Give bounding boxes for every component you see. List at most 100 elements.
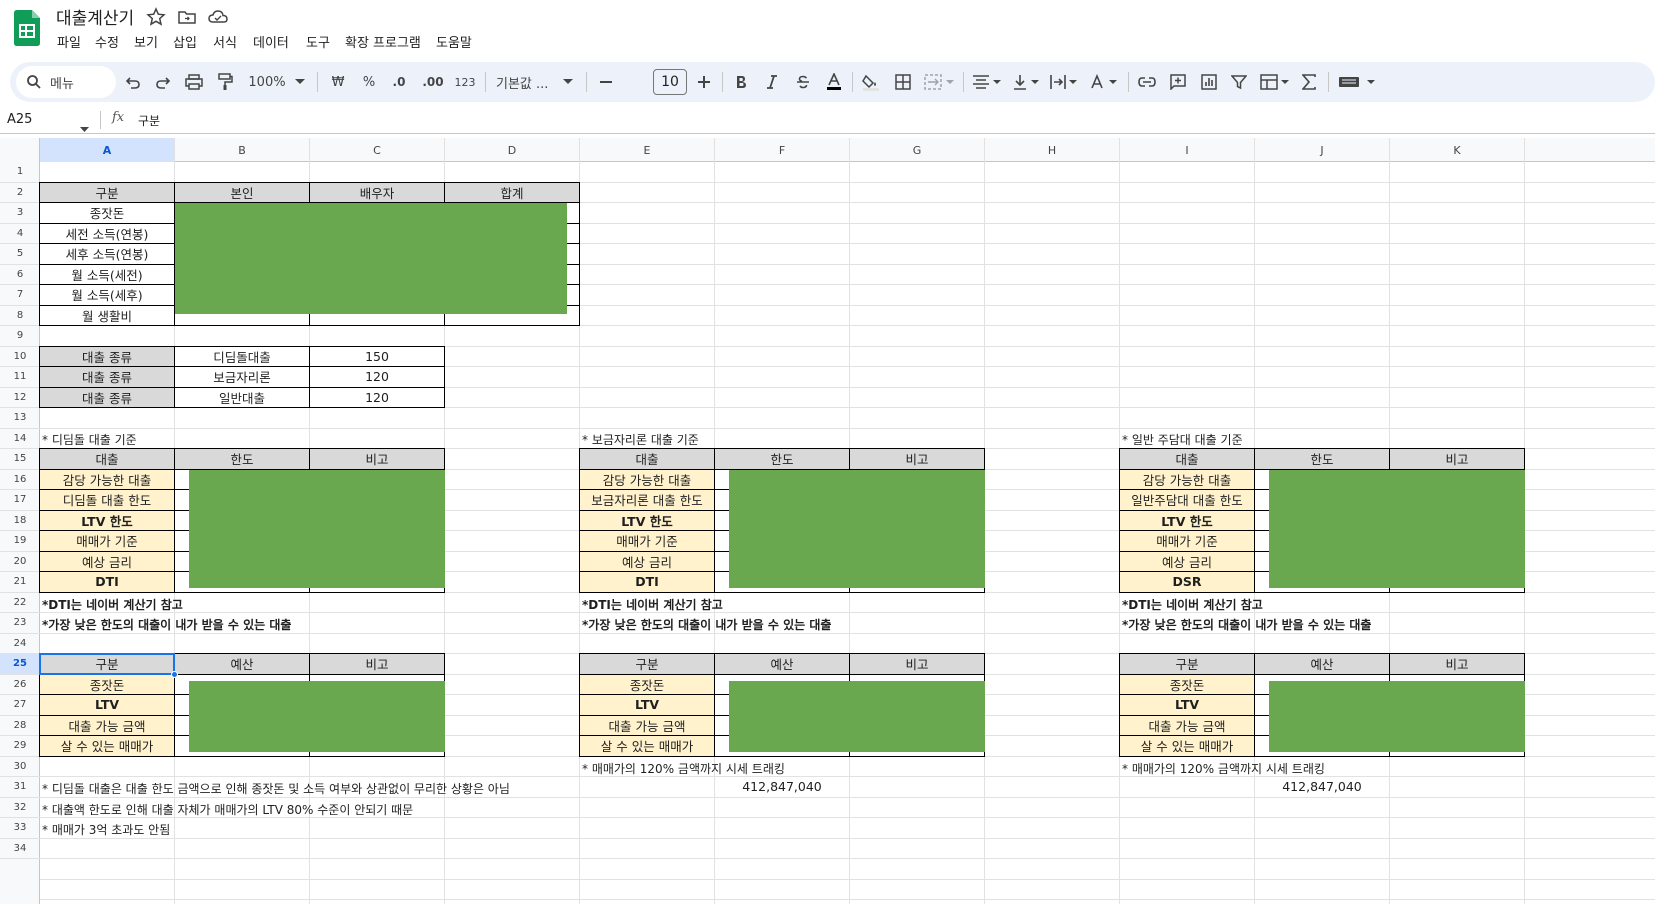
row-header-24[interactable]: 24: [0, 634, 40, 654]
cell-area[interactable]: 구분 본인 배우자 합계 종잣돈 세전 소득(연봉) 세후 소득(연봉) 월 소득(세전) 월 …: [39, 162, 1655, 904]
row-header-25[interactable]: 25: [0, 654, 40, 675]
bold-icon[interactable]: [730, 71, 752, 93]
font-size-input[interactable]: 10: [653, 69, 687, 95]
sheets-logo-icon[interactable]: [14, 10, 40, 46]
decrease-decimal-button[interactable]: .0: [386, 71, 412, 93]
menu-edit[interactable]: 수정: [95, 32, 119, 51]
row-header-31[interactable]: 31: [0, 777, 40, 798]
star-icon[interactable]: [146, 7, 166, 27]
print-icon[interactable]: [183, 71, 205, 93]
font-dropdown-icon[interactable]: [562, 71, 574, 93]
font-size-increase-icon[interactable]: [693, 71, 715, 93]
insert-chart-icon[interactable]: [1198, 71, 1220, 93]
row-header-7[interactable]: 7: [0, 285, 40, 306]
row-header-28[interactable]: 28: [0, 716, 40, 736]
font-size-decrease-icon[interactable]: [595, 71, 617, 93]
menu-search[interactable]: 메뉴: [16, 66, 116, 98]
menu-format[interactable]: 서식: [213, 32, 237, 51]
increase-decimal-button[interactable]: .00: [418, 71, 448, 93]
italic-icon[interactable]: [761, 71, 783, 93]
menu-file[interactable]: 파일: [57, 32, 81, 51]
strikethrough-icon[interactable]: [792, 71, 814, 93]
row-header-34[interactable]: 34: [0, 839, 40, 859]
column-header-h[interactable]: H: [985, 138, 1120, 162]
row-header-30[interactable]: 30: [0, 757, 40, 777]
menu-tools[interactable]: 도구: [306, 32, 330, 51]
row-header-17[interactable]: 17: [0, 490, 40, 511]
row-header-29[interactable]: 29: [0, 736, 40, 757]
text-wrap-icon[interactable]: [1048, 71, 1082, 93]
row-header-9[interactable]: 9: [0, 326, 40, 347]
column-header-c[interactable]: C: [310, 138, 445, 162]
filter-views-icon[interactable]: [1258, 71, 1292, 93]
column-header-k[interactable]: K: [1390, 138, 1525, 162]
row-header-4[interactable]: 4: [0, 224, 40, 244]
menu-help[interactable]: 도움말: [436, 32, 472, 51]
font-family-select[interactable]: 기본값 ...: [496, 71, 562, 93]
name-box[interactable]: A25: [7, 112, 32, 127]
select-all-corner[interactable]: [0, 138, 40, 162]
row-header-32[interactable]: 32: [0, 798, 40, 818]
row-header-26[interactable]: 26: [0, 675, 40, 695]
column-header-b[interactable]: B: [175, 138, 310, 162]
row-header-3[interactable]: 3: [0, 203, 40, 224]
row-header-22[interactable]: 22: [0, 593, 40, 613]
column-header-f[interactable]: F: [715, 138, 850, 162]
active-cell-outline[interactable]: [39, 653, 175, 675]
column-header-e[interactable]: E: [580, 138, 715, 162]
row-header-6[interactable]: 6: [0, 265, 40, 285]
row-header-15[interactable]: 15: [0, 449, 40, 470]
row-header-14[interactable]: 14: [0, 429, 40, 449]
menu-data[interactable]: 데이터: [253, 32, 289, 51]
row-header-21[interactable]: 21: [0, 572, 40, 593]
fill-handle[interactable]: [171, 670, 178, 678]
redo-icon[interactable]: [152, 71, 174, 93]
input-tools-icon[interactable]: [1336, 71, 1380, 93]
paint-format-icon[interactable]: [214, 71, 236, 93]
row-header-20[interactable]: 20: [0, 552, 40, 572]
menu-extensions[interactable]: 확장 프로그램: [345, 32, 421, 51]
zoom-dropdown-icon[interactable]: [294, 71, 306, 93]
row-header-1[interactable]: 1: [0, 162, 40, 183]
percent-format-button[interactable]: %: [358, 71, 380, 93]
cloud-saved-icon[interactable]: [207, 7, 228, 27]
row-header-19[interactable]: 19: [0, 531, 40, 552]
row-header-8[interactable]: 8: [0, 306, 40, 326]
document-title[interactable]: 대출계산기: [56, 4, 134, 29]
functions-icon[interactable]: [1298, 71, 1320, 93]
row-header-2[interactable]: 2: [0, 183, 40, 203]
text-color-icon[interactable]: [823, 71, 845, 93]
fill-color-icon[interactable]: [860, 71, 882, 93]
column-header-j[interactable]: J: [1255, 138, 1390, 162]
row-header-33[interactable]: 33: [0, 818, 40, 839]
borders-icon[interactable]: [892, 71, 914, 93]
insert-link-icon[interactable]: [1136, 71, 1158, 93]
row-header-27[interactable]: 27: [0, 695, 40, 716]
column-header-i[interactable]: I: [1120, 138, 1255, 162]
row-header-23[interactable]: 23: [0, 613, 40, 634]
row-header-10[interactable]: 10: [0, 347, 40, 367]
menu-view[interactable]: 보기: [134, 32, 158, 51]
menu-insert[interactable]: 삽입: [173, 32, 197, 51]
horizontal-align-icon[interactable]: [970, 71, 1004, 93]
row-header-13[interactable]: 13: [0, 408, 40, 429]
insert-comment-icon[interactable]: [1167, 71, 1189, 93]
move-to-folder-icon[interactable]: [177, 7, 197, 27]
row-header-5[interactable]: 5: [0, 244, 40, 265]
formula-input[interactable]: 구분: [138, 112, 160, 129]
more-formats-button[interactable]: 123: [452, 71, 478, 93]
undo-icon[interactable]: [122, 71, 144, 93]
row-header-16[interactable]: 16: [0, 470, 40, 490]
merge-cells-icon[interactable]: [922, 71, 956, 93]
currency-format-button[interactable]: ₩: [327, 71, 349, 93]
row-header-18[interactable]: 18: [0, 511, 40, 531]
column-header-g[interactable]: G: [850, 138, 985, 162]
column-header-d[interactable]: D: [445, 138, 580, 162]
zoom-select[interactable]: 100%: [247, 71, 287, 93]
vertical-align-icon[interactable]: [1010, 71, 1044, 93]
row-header-12[interactable]: 12: [0, 388, 40, 408]
filter-icon[interactable]: [1228, 71, 1250, 93]
row-header-11[interactable]: 11: [0, 367, 40, 388]
column-header-a[interactable]: A: [40, 138, 175, 162]
name-box-dropdown-icon[interactable]: [80, 117, 89, 136]
